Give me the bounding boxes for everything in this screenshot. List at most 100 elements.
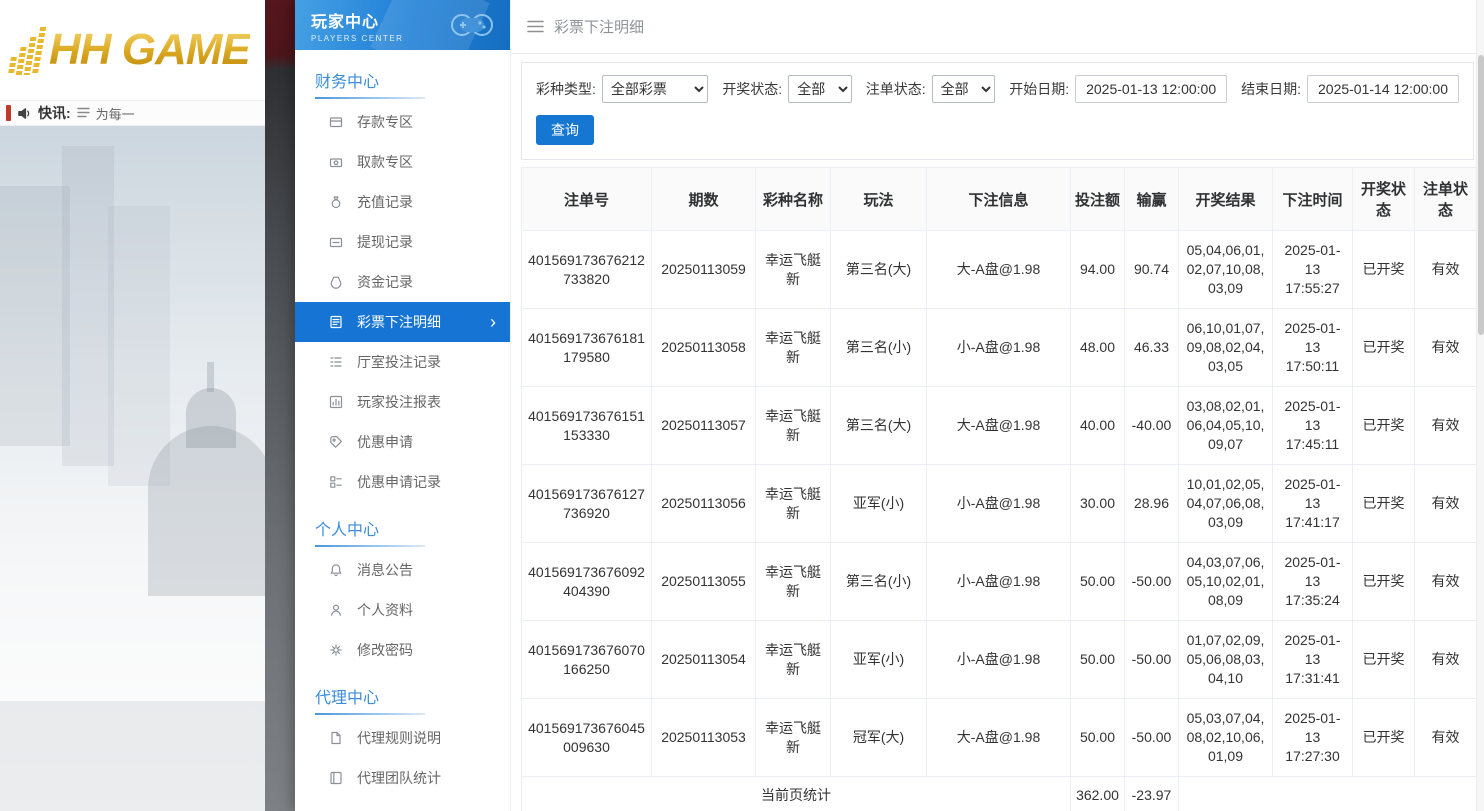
city-background-image (0, 126, 295, 811)
sidebar-item-change-password[interactable]: 修改密码 (295, 630, 510, 670)
list-lines-icon (77, 106, 90, 121)
cell-order-status: 有效 (1415, 699, 1477, 777)
draw-status-select[interactable]: 全部 (788, 75, 852, 103)
sidebar-item-agent-rules[interactable]: 代理规则说明 (295, 718, 510, 758)
gear-icon (328, 642, 344, 658)
table-row: 40156917367618117958020250113058幸运飞艇新第三名… (522, 309, 1477, 387)
ticker-text[interactable]: 为每一 (96, 104, 135, 123)
promo-tag-icon (328, 434, 344, 450)
order-status-label: 注单状态: (866, 79, 926, 99)
sidebar-item-label: 提现记录 (357, 232, 413, 252)
scrollbar-thumb[interactable] (1478, 55, 1484, 335)
cell-bet-amount: 94.00 (1071, 231, 1125, 309)
hall-record-icon (328, 354, 344, 370)
col-header-bet-amount: 投注额 (1071, 168, 1125, 231)
cell-bet-time: 2025-01-13 17:50:11 (1273, 309, 1353, 387)
cell-lottery-name: 幸运飞艇新 (756, 621, 831, 699)
sidebar-item-label: 彩票下注明细 (357, 312, 441, 332)
cell-lottery-name: 幸运飞艇新 (756, 231, 831, 309)
cell-lottery-name: 幸运飞艇新 (756, 543, 831, 621)
cell-period: 20250113058 (652, 309, 756, 387)
menu-toggle-icon[interactable] (527, 20, 544, 33)
content-header: 彩票下注明细 (511, 0, 1484, 54)
cell-bet-amount: 30.00 (1071, 465, 1125, 543)
cell-bet-time: 2025-01-13 17:45:11 (1273, 387, 1353, 465)
funds-bag-icon (328, 274, 344, 290)
cell-period: 20250113055 (652, 543, 756, 621)
sidebar-item-hall-bet-records[interactable]: 厅室投注记录 (295, 342, 510, 382)
col-header-order-status: 注单状态 (1415, 168, 1477, 231)
site-header: HH GAME (0, 0, 295, 100)
cell-bet-time: 2025-01-13 17:27:30 (1273, 699, 1353, 777)
sidebar-item-deposit[interactable]: 存款专区 (295, 102, 510, 142)
modal-backdrop[interactable] (265, 0, 295, 811)
site-logo: HH GAME (12, 25, 250, 75)
withdrawal-record-icon (328, 234, 344, 250)
sidebar-item-promo-apply-records[interactable]: 优惠申请记录 (295, 462, 510, 502)
sidebar-item-agent-team-stats[interactable]: 代理团队统计 (295, 758, 510, 798)
sidebar-item-recharge-records[interactable]: 充值记录 (295, 182, 510, 222)
page-scrollbar[interactable] (1476, 0, 1484, 811)
main-panel: 彩票下注明细 彩种类型: 全部彩票 开奖状态: 全部 注单状态: 全部 开始日期… (511, 0, 1484, 811)
cell-draw-status: 已开奖 (1353, 699, 1415, 777)
cell-order-status: 有效 (1415, 387, 1477, 465)
players-center-modal: 玩家中心 PLAYERS CENTER 财务中心存款专区取款专区充值记录提现记录… (295, 0, 1484, 811)
cell-bet-info: 大-A盘@1.98 (927, 699, 1071, 777)
cell-order-status: 有效 (1415, 621, 1477, 699)
col-header-period: 期数 (652, 168, 756, 231)
start-date-input[interactable] (1075, 75, 1227, 103)
cell-period: 20250113056 (652, 465, 756, 543)
cell-draw-result: 01,07,02,09,05,06,08,03,04,10 (1179, 621, 1273, 699)
sidebar-header: 玩家中心 PLAYERS CENTER (295, 0, 510, 50)
cell-bet-info: 小-A盘@1.98 (927, 621, 1071, 699)
ticker-marker (6, 105, 11, 121)
cell-bet-amount: 50.00 (1071, 621, 1125, 699)
sidebar-title: 玩家中心 (311, 8, 510, 32)
col-header-win-loss: 输赢 (1125, 168, 1179, 231)
sidebar-item-label: 资金记录 (357, 272, 413, 292)
sidebar-section-agent-center: 代理中心 (295, 670, 510, 718)
cell-period: 20250113059 (652, 231, 756, 309)
sidebar-item-messages[interactable]: 消息公告 (295, 550, 510, 590)
cell-order-no: 401569173676181179580 (522, 309, 652, 387)
lottery-detail-icon (328, 314, 344, 330)
cell-bet-time: 2025-01-13 17:41:17 (1273, 465, 1353, 543)
logo-text: HH GAME (49, 25, 250, 75)
cell-draw-status: 已开奖 (1353, 387, 1415, 465)
table-header-row: 注单号期数彩种名称玩法下注信息投注额输赢开奖结果下注时间开奖状态注单状态 (522, 168, 1477, 231)
search-button[interactable]: 查询 (536, 115, 594, 145)
cell-order-no: 401569173676070166250 (522, 621, 652, 699)
cell-draw-result: 04,03,07,06,05,10,02,01,08,09 (1179, 543, 1273, 621)
cell-period: 20250113054 (652, 621, 756, 699)
sidebar-item-profile[interactable]: 个人资料 (295, 590, 510, 630)
lottery-type-select[interactable]: 全部彩票 (602, 75, 708, 103)
order-status-select[interactable]: 全部 (932, 75, 996, 103)
ticker-label: 快讯: (38, 103, 71, 123)
col-header-draw-result: 开奖结果 (1179, 168, 1273, 231)
cell-win-loss: 28.96 (1125, 465, 1179, 543)
filter-panel: 彩种类型: 全部彩票 开奖状态: 全部 注单状态: 全部 开始日期: 结束日期:… (521, 62, 1474, 160)
cell-win-loss: 90.74 (1125, 231, 1179, 309)
sidebar-item-withdrawal-records[interactable]: 提现记录 (295, 222, 510, 262)
cell-draw-result: 05,03,07,04,08,02,10,06,01,09 (1179, 699, 1273, 777)
cell-draw-result: 03,08,02,01,06,04,05,10,09,07 (1179, 387, 1273, 465)
sidebar-item-label: 厅室投注记录 (357, 352, 441, 372)
bets-table: 注单号期数彩种名称玩法下注信息投注额输赢开奖结果下注时间开奖状态注单状态 401… (521, 167, 1477, 811)
cell-play-type: 亚军(小) (831, 465, 927, 543)
sidebar-item-promo-apply[interactable]: 优惠申请 (295, 422, 510, 462)
sidebar-item-label: 优惠申请 (357, 432, 413, 452)
filter-row: 彩种类型: 全部彩票 开奖状态: 全部 注单状态: 全部 开始日期: 结束日期: (536, 75, 1459, 103)
sidebar-item-label: 优惠申请记录 (357, 472, 441, 492)
cell-bet-info: 小-A盘@1.98 (927, 465, 1071, 543)
sidebar-item-player-bet-report[interactable]: 玩家投注报表 (295, 382, 510, 422)
sidebar-item-lottery-bet-details[interactable]: 彩票下注明细› (295, 302, 510, 342)
table-row: 40156917367609240439020250113055幸运飞艇新第三名… (522, 543, 1477, 621)
cell-play-type: 冠军(大) (831, 699, 927, 777)
sidebar: 玩家中心 PLAYERS CENTER 财务中心存款专区取款专区充值记录提现记录… (295, 0, 511, 811)
sidebar-item-label: 消息公告 (357, 560, 413, 580)
sidebar-item-fund-records[interactable]: 资金记录 (295, 262, 510, 302)
end-date-input[interactable] (1307, 75, 1459, 103)
cell-draw-result: 10,01,02,05,04,07,06,08,03,09 (1179, 465, 1273, 543)
sidebar-item-withdraw[interactable]: 取款专区 (295, 142, 510, 182)
cell-win-loss: -50.00 (1125, 699, 1179, 777)
